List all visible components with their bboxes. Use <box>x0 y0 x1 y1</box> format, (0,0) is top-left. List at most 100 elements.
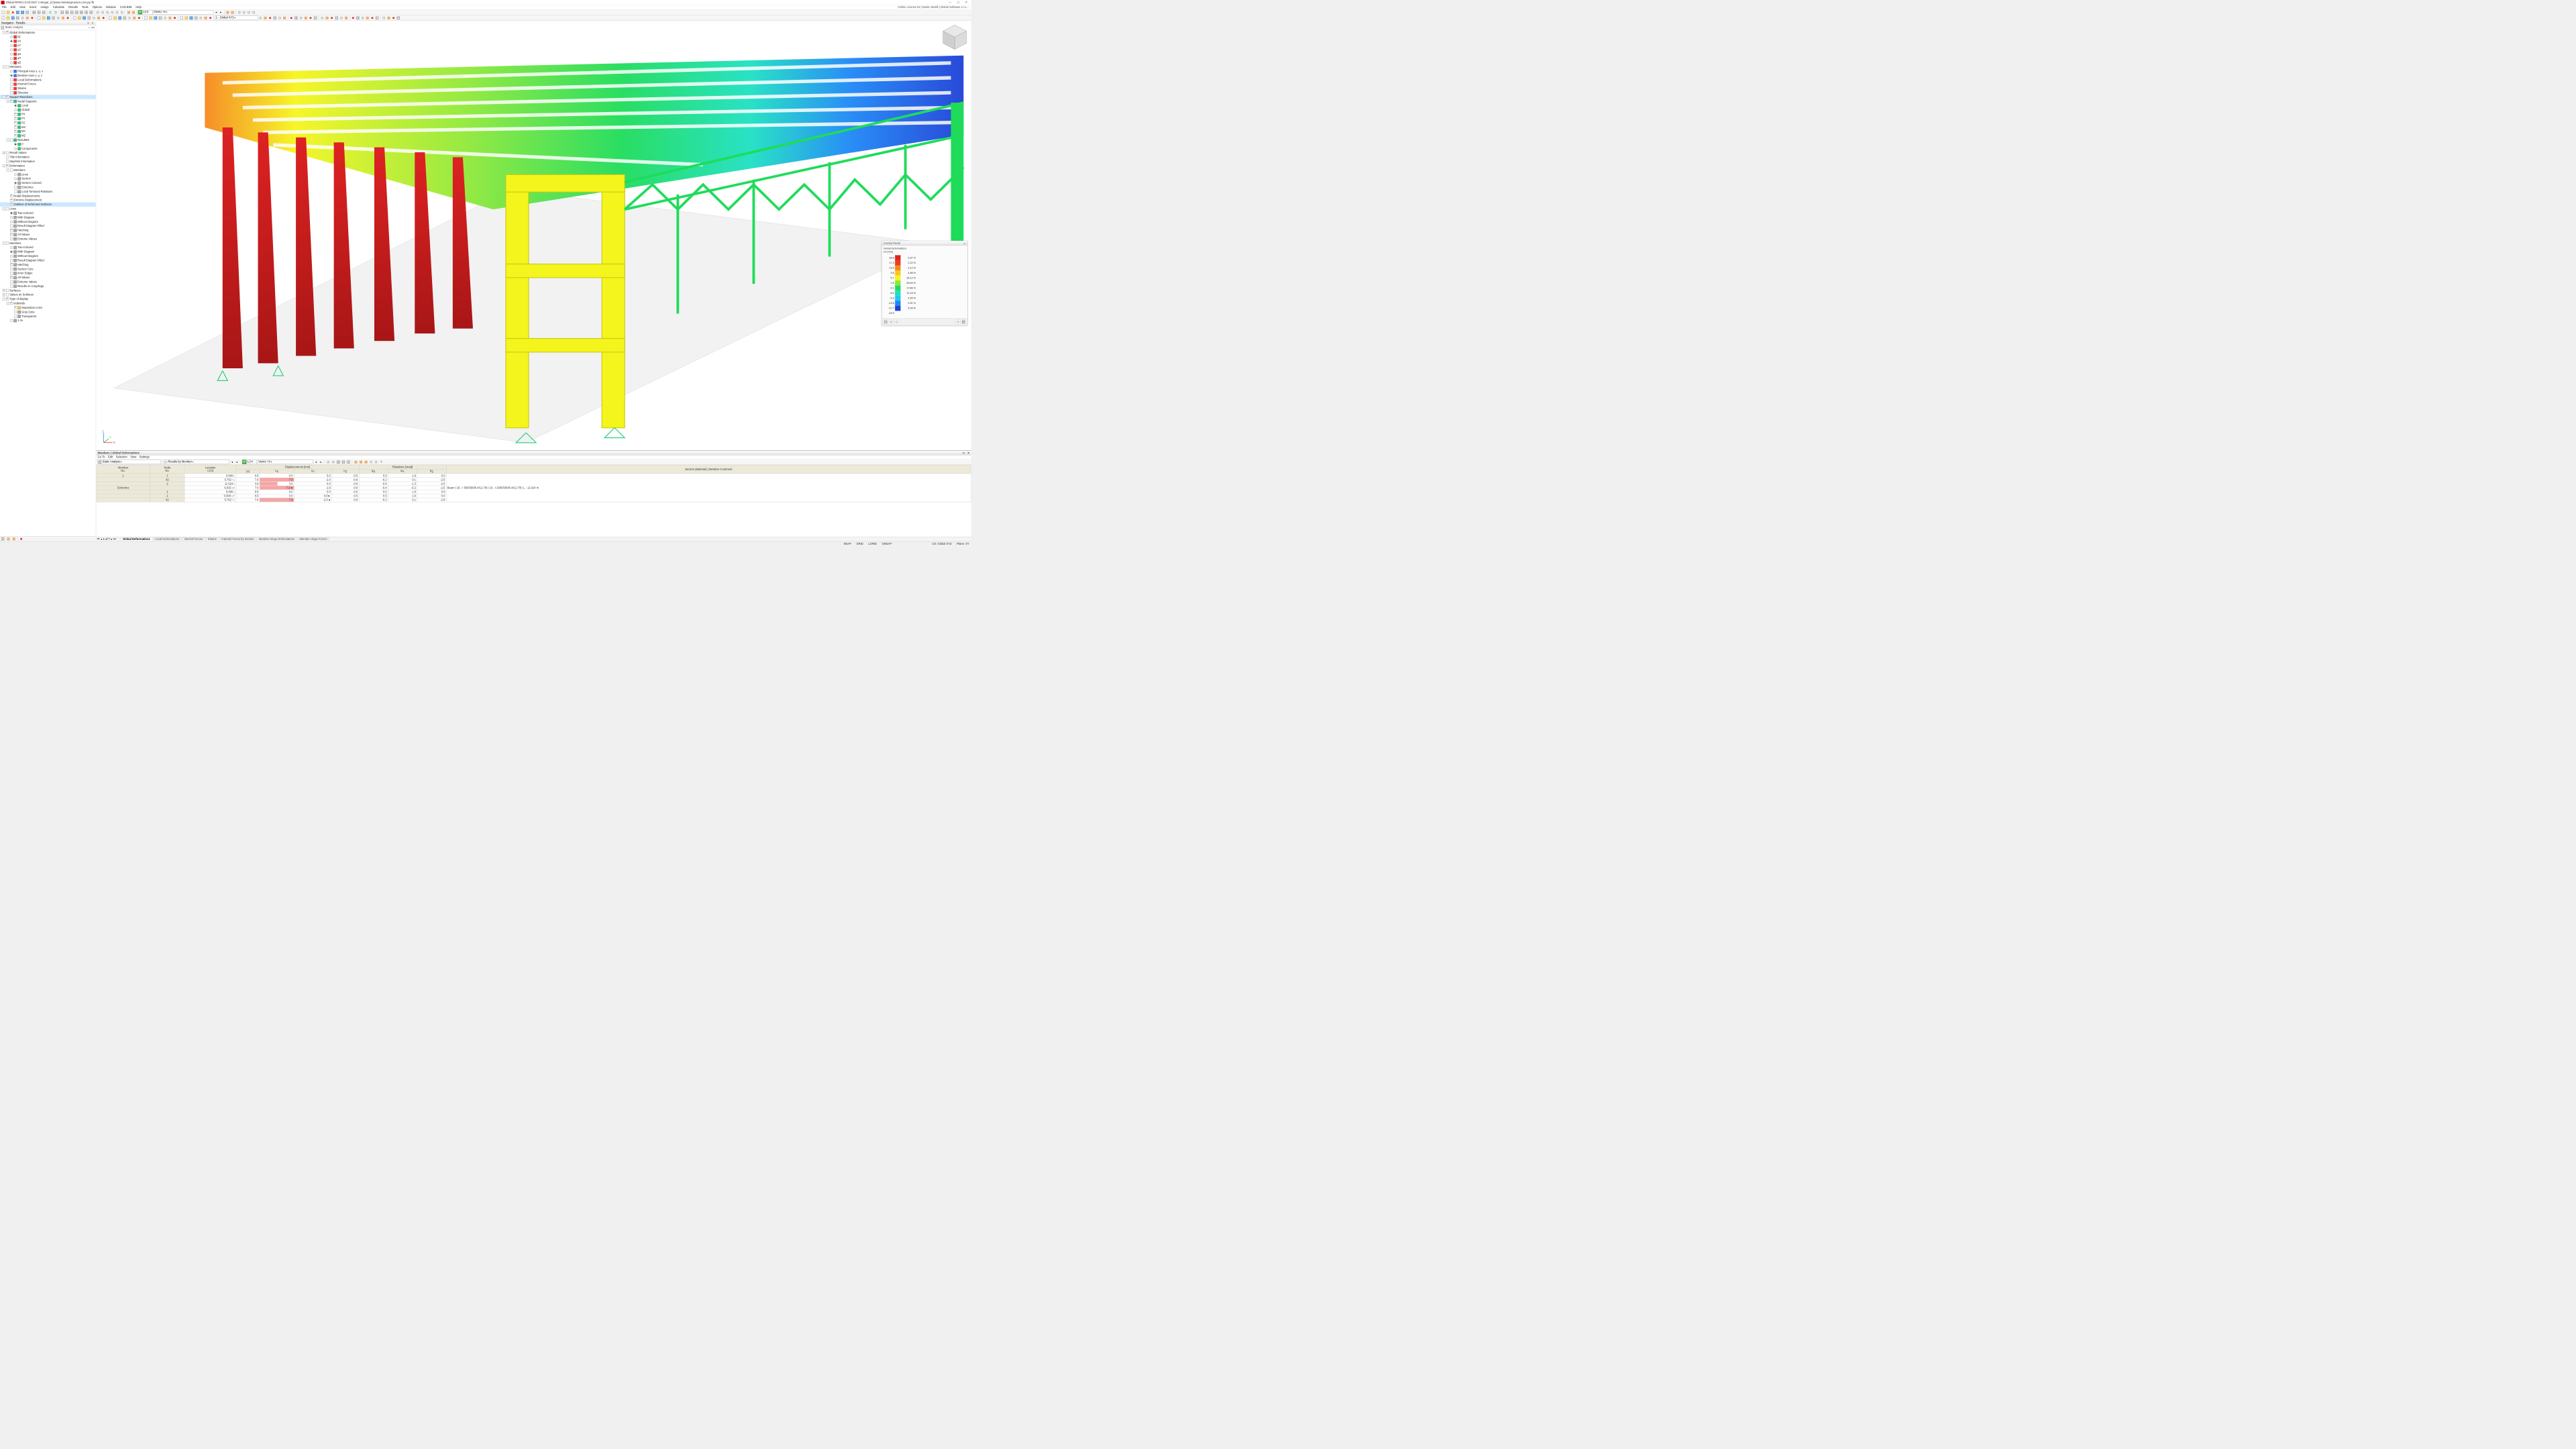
draw-tool-36[interactable] <box>184 15 189 20</box>
checkbox[interactable] <box>10 87 13 90</box>
status-lgrid[interactable]: LGRID <box>868 542 877 545</box>
draw-tool-22[interactable] <box>113 15 117 20</box>
draw-tool-2[interactable] <box>11 15 15 20</box>
checkbox[interactable] <box>10 195 13 197</box>
show-results-button[interactable] <box>225 10 230 15</box>
checkbox[interactable] <box>14 191 17 193</box>
checkbox[interactable] <box>10 302 13 305</box>
radio[interactable] <box>14 143 17 146</box>
draw-tool-4[interactable] <box>20 15 25 20</box>
table-first-button[interactable]: ⏮ <box>97 537 100 541</box>
misc-b[interactable] <box>242 10 247 15</box>
draw-tool-33[interactable] <box>168 15 172 20</box>
menu-edit[interactable]: Edit <box>9 5 17 9</box>
draw-tool-27[interactable] <box>137 15 142 20</box>
new-button[interactable] <box>1 10 6 15</box>
draw-tool-30[interactable] <box>153 15 158 20</box>
checkbox[interactable] <box>10 83 13 85</box>
draw-tool-41[interactable] <box>208 15 213 20</box>
cp-filter-button[interactable] <box>894 320 899 325</box>
checkbox[interactable] <box>10 280 13 283</box>
prev-view-button[interactable] <box>119 10 124 15</box>
edit-tool-24[interactable] <box>382 15 386 20</box>
checkbox[interactable] <box>14 134 17 137</box>
checkbox[interactable] <box>10 78 13 81</box>
checkbox[interactable] <box>10 168 13 171</box>
table-tool-e[interactable] <box>346 460 351 464</box>
checkbox[interactable] <box>6 160 9 163</box>
table-prev-button[interactable]: ◂ <box>230 460 235 464</box>
table-menu-edit[interactable]: Edit <box>108 455 113 459</box>
draw-tool-8[interactable] <box>42 15 46 20</box>
radio[interactable] <box>10 61 13 64</box>
grid-g[interactable] <box>89 10 93 15</box>
checkbox[interactable] <box>14 186 17 189</box>
status-grid[interactable]: GRID <box>856 542 863 545</box>
radio[interactable] <box>10 36 13 38</box>
table-menu-goto[interactable]: Go To <box>98 455 105 459</box>
table-lc-prev[interactable]: ◂ <box>314 460 319 464</box>
draw-tool-19[interactable] <box>97 15 101 20</box>
viewcube[interactable] <box>941 23 968 51</box>
table-prevrec-button[interactable]: ◂ <box>101 537 102 541</box>
lc-prev-button[interactable]: ◂ <box>214 10 219 15</box>
radio[interactable] <box>14 109 17 111</box>
checkbox[interactable] <box>14 125 17 128</box>
table-maximize-button[interactable]: ▭ <box>963 451 965 455</box>
table-tool-h[interactable] <box>364 460 368 464</box>
expand-icon[interactable]: - <box>7 302 9 305</box>
expand-icon[interactable]: - <box>3 298 5 301</box>
menu-file[interactable]: File <box>0 5 9 9</box>
maximize-button[interactable]: ▢ <box>955 1 962 5</box>
nav-tab-views[interactable] <box>11 537 16 541</box>
draw-tool-10[interactable] <box>51 15 56 20</box>
table-tool-d[interactable] <box>341 460 346 464</box>
grid-b[interactable] <box>65 10 70 15</box>
grid-d[interactable] <box>74 10 79 15</box>
draw-tool-34[interactable] <box>172 15 177 20</box>
draw-tool-11[interactable] <box>56 15 60 20</box>
table-tab[interactable]: Local Deformations <box>153 537 182 541</box>
checkbox[interactable] <box>14 121 17 124</box>
table-tab[interactable]: Internal Forces <box>182 537 205 541</box>
table-tool-j[interactable] <box>374 460 378 464</box>
table-close-button[interactable]: ✕ <box>967 451 969 455</box>
edit-tool-20[interactable] <box>360 15 365 20</box>
table-tab[interactable]: Strains <box>205 537 219 541</box>
draw-tool-37[interactable] <box>189 15 194 20</box>
expand-icon[interactable]: - <box>3 207 5 210</box>
draw-tool-23[interactable] <box>117 15 122 20</box>
edit-tool-12[interactable] <box>320 15 325 20</box>
menu-window[interactable]: Window <box>104 5 118 9</box>
edit-tool-10[interactable] <box>309 15 313 20</box>
edit-tool-6[interactable] <box>289 15 294 20</box>
checkbox[interactable] <box>14 315 17 317</box>
cp-settings-button[interactable] <box>956 320 961 325</box>
lc-next-button[interactable]: ▸ <box>219 10 223 15</box>
nav-tab-display[interactable] <box>6 537 11 541</box>
grid-a[interactable] <box>60 10 64 15</box>
navigator-close-button[interactable]: ✕ <box>91 21 94 25</box>
draw-tool-21[interactable] <box>108 15 113 20</box>
checkbox[interactable] <box>6 241 9 244</box>
checkbox[interactable] <box>6 96 9 99</box>
draw-tool-28[interactable] <box>144 15 148 20</box>
render-canvas[interactable] <box>96 21 971 450</box>
checkbox[interactable] <box>10 259 13 262</box>
checkbox[interactable] <box>10 91 13 94</box>
draw-tool-31[interactable] <box>158 15 163 20</box>
minimize-button[interactable]: — <box>947 1 954 5</box>
edit-tool-7[interactable] <box>294 15 299 20</box>
menu-calculate[interactable]: Calculate <box>51 5 66 9</box>
radio[interactable] <box>10 221 13 223</box>
checkbox[interactable] <box>6 164 9 167</box>
expand-icon[interactable]: - <box>7 139 9 142</box>
undo-button[interactable] <box>48 10 53 15</box>
tree-item[interactable]: 1 σv <box>0 319 96 323</box>
checkbox[interactable] <box>6 152 9 154</box>
radio[interactable] <box>14 177 17 180</box>
checkbox[interactable] <box>10 229 13 231</box>
draw-tool-9[interactable] <box>46 15 51 20</box>
draw-tool-24[interactable] <box>122 15 127 20</box>
table-tool-f[interactable] <box>354 460 358 464</box>
